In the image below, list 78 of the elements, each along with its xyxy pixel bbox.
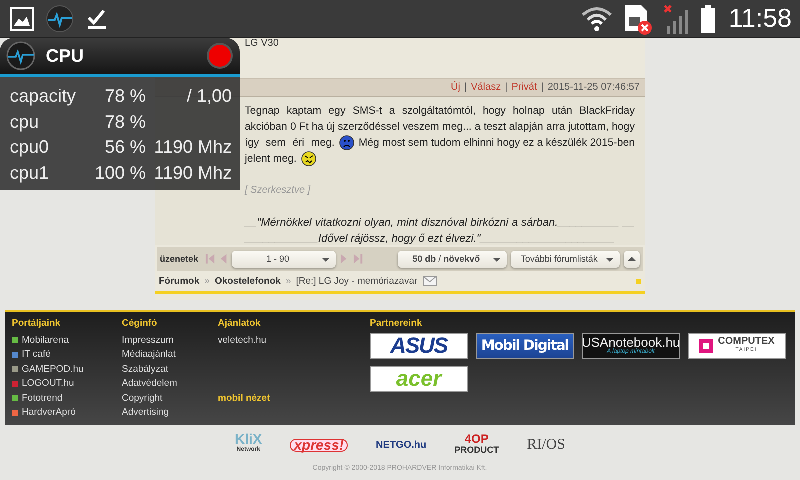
topic-title: LG V30 [245, 38, 279, 49]
link-separator: | [464, 82, 468, 93]
stat-percent: 100 % [94, 162, 146, 184]
stat-percent: 78 % [104, 110, 146, 133]
footer-link[interactable]: Médiaajánlat [122, 348, 218, 362]
footer-link[interactable]: LOGOUT.hu [12, 376, 122, 391]
gallery-icon[interactable] [10, 6, 34, 30]
stat-name: cpu1 [10, 162, 50, 184]
caret-icon [493, 258, 502, 262]
caret-icon [606, 258, 614, 262]
post-text: jelent meg. [245, 152, 297, 167]
footer-link[interactable]: Adatvédelem [122, 376, 218, 391]
footer-link[interactable]: Impresszum [122, 333, 218, 348]
post-text: így sem éri meg. [245, 136, 335, 151]
partner-logo[interactable]: Mobil Digital [476, 333, 574, 359]
link-separator: | [541, 82, 544, 93]
pulse-icon [6, 41, 36, 71]
footer-link[interactable]: Fototrend [12, 391, 122, 406]
page-range-dropdown[interactable]: 1 - 90 [232, 250, 336, 268]
post-action-link[interactable]: Privát [512, 82, 538, 93]
sad-face-icon [338, 135, 355, 151]
post-text: Tegnap kaptam egy SMS-t a szolgáltatómtól, hogy holnap után BlackFriday [245, 104, 635, 119]
breadcrumb-current: [Re:] LG Joy - memóriazavar [296, 276, 418, 286]
confused-face-icon [300, 151, 317, 167]
sim-card-error-icon [622, 2, 653, 34]
widget-title: CPU [46, 46, 84, 66]
post-action-link[interactable]: Válasz [471, 82, 502, 93]
stat-name: capacity [10, 85, 78, 108]
footer-link[interactable]: Mobilarena [12, 333, 122, 348]
stat-value: / 1,00 [186, 85, 232, 108]
footer-heading: Portáljaink [12, 318, 62, 328]
battery-icon [700, 4, 715, 32]
footer-link[interactable]: GAMEPOD.hu [12, 362, 122, 376]
record-button-icon[interactable] [206, 42, 234, 70]
breadcrumb-separator: » [286, 276, 292, 286]
forum-lists-dropdown[interactable]: További fórumlisták [511, 250, 620, 268]
footer-link[interactable]: Copyright [122, 391, 218, 406]
pagination-label: üzenetek [160, 254, 199, 264]
footer-link[interactable]: Szabályzat [122, 362, 218, 376]
post-date: 2015-11-25 07:46:57 [548, 82, 640, 93]
breadcrumb-separator: » [204, 276, 210, 286]
post-text: akcióban 0 Ft ha új szerződéssel veszem meg... a teszt alapján arra jutottam, hogy [245, 120, 635, 135]
signature-quote: __"Mérnökkel vitatkozni olyan, mint disznóval birkózni a sárban.__________ ______________Idővel rájössz, hogy ő ezt élvezi."______________________ [245, 216, 635, 247]
mobile-view-link[interactable]: mobil nézet [218, 391, 370, 406]
footer-heading: Céginfó [122, 318, 158, 328]
sponsor-logo[interactable]: RI/OS [527, 440, 566, 450]
stat-value: 1190 Mhz [153, 136, 232, 158]
up-arrow-icon [628, 257, 636, 261]
footer-heading: Ajánlatok [218, 318, 262, 328]
stat-percent: 78 % [104, 85, 146, 108]
post-text: Még most sem tudom elhinni hogy ez a készülék 2015-ben [358, 136, 635, 151]
signal-icon [662, 4, 691, 34]
wifi-icon [580, 4, 613, 32]
sponsor-logo[interactable]: NETGO.hu [376, 440, 427, 450]
caret-icon [322, 258, 330, 262]
footer-link[interactable]: Advertising [122, 406, 218, 420]
marker-square [636, 278, 641, 284]
footer-link[interactable]: veletech.hu [218, 333, 370, 348]
link-separator: | [505, 82, 508, 93]
clock-time: 11:58 [728, 3, 792, 34]
post-action-link[interactable]: Új [451, 82, 460, 93]
partner-logo[interactable]: ASUS [370, 333, 468, 359]
scroll-up-button[interactable] [624, 250, 640, 268]
footer-heading: Partnereink [370, 318, 424, 328]
footer-link[interactable]: HardverApró [12, 406, 122, 420]
stat-value: 1190 Mhz [153, 162, 232, 184]
footer-link[interactable]: IT café [12, 348, 122, 362]
breadcrumb-link[interactable]: Okostelefonok [214, 276, 281, 286]
stat-name: cpu [10, 110, 40, 133]
envelope-icon[interactable] [422, 276, 437, 286]
stat-percent: 56 % [104, 136, 146, 158]
sponsor-logo[interactable]: xpress! [290, 438, 348, 452]
pulse-icon[interactable] [46, 4, 74, 32]
sponsor-logo[interactable]: 4OP PRODUCT [454, 434, 500, 456]
breadcrumb-link[interactable]: Fórumok [159, 276, 200, 286]
sort-order-dropdown[interactable]: 50 db / növekvő [398, 250, 508, 268]
square-logo-icon [699, 339, 714, 353]
stat-name: cpu0 [10, 136, 50, 158]
